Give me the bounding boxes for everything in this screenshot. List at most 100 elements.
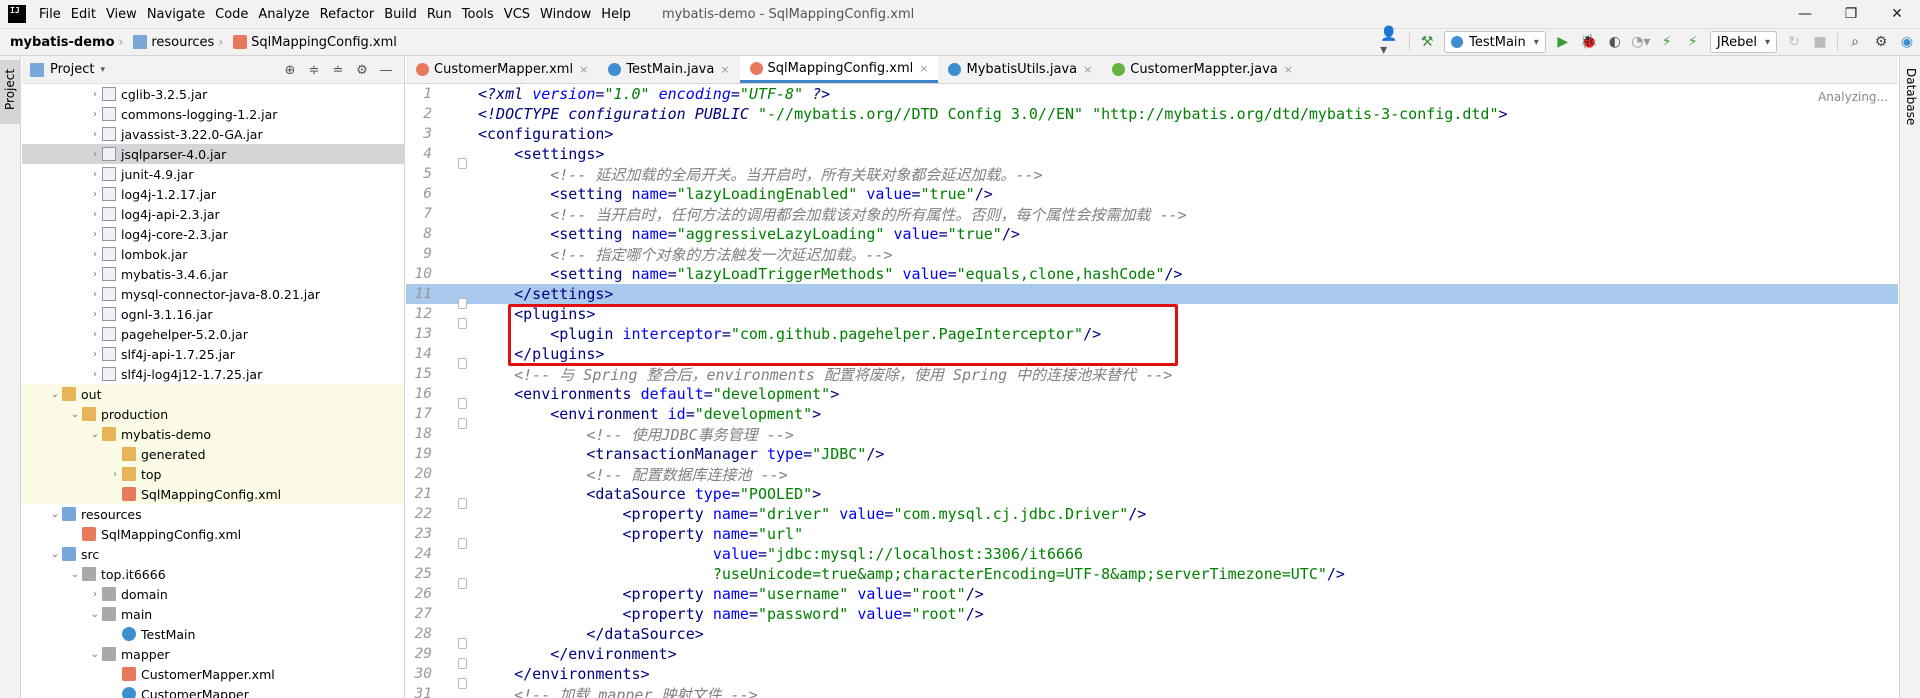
project-tool-button[interactable]: Project [0,60,21,124]
chevron-down-icon[interactable]: ⌄ [68,409,82,420]
tree-item[interactable]: ⌄ src [22,544,404,564]
code-line[interactable]: 10 <setting name="lazyLoadTriggerMethods… [406,264,1898,284]
chevron-right-icon[interactable]: › [108,469,122,480]
code-line[interactable]: 17 <environment id="development"> [406,404,1898,429]
chevron-down-icon[interactable]: ⌄ [48,389,62,400]
chevron-right-icon[interactable]: › [88,349,102,360]
tree-item[interactable]: › ognl-3.1.16.jar [22,304,404,324]
tree-item[interactable]: › junit-4.9.jar [22,164,404,184]
chevron-down-icon[interactable]: ⌄ [48,549,62,560]
tree-item[interactable]: › javassist-3.22.0-GA.jar [22,124,404,144]
menu-tools[interactable]: Tools [457,7,499,22]
tree-item[interactable]: › pagehelper-5.2.0.jar [22,324,404,344]
jrebel-debug-icon[interactable]: ⚡ [1681,30,1705,54]
chevron-right-icon[interactable]: › [88,89,102,100]
menu-help[interactable]: Help [596,7,636,22]
jrebel-run-icon[interactable]: ⚡ [1655,30,1679,54]
chevron-right-icon[interactable]: › [88,149,102,160]
code-line[interactable]: 28 </dataSource> [406,624,1898,649]
code-line[interactable]: 16 <environments default="development"> [406,384,1898,409]
close-tab-icon[interactable]: × [919,62,928,75]
chevron-right-icon[interactable]: › [88,329,102,340]
code-line[interactable]: 18 <!-- 使用JDBC事务管理 --> [406,424,1898,444]
code-line[interactable]: 25 ?useUnicode=true&amp;characterEncodin… [406,564,1898,589]
tree-item[interactable]: › log4j-core-2.3.jar [22,224,404,244]
breadcrumb-folder[interactable]: resources [123,35,218,50]
code-line[interactable]: 5 <!-- 延迟加载的全局开关。当开启时，所有关联对象都会延迟加载。--> [406,164,1898,184]
chevron-right-icon[interactable]: › [88,269,102,280]
build-hammer-icon[interactable]: ⚒ [1415,30,1439,54]
chevron-right-icon[interactable]: › [88,129,102,140]
tree-item[interactable]: › slf4j-log4j12-1.7.25.jar [22,364,404,384]
chevron-right-icon[interactable]: › [88,189,102,200]
editor-tab[interactable]: SqlMappingConfig.xml × [739,56,939,83]
menu-refactor[interactable]: Refactor [315,7,380,22]
close-icon[interactable]: ✕ [1874,0,1920,28]
menu-run[interactable]: Run [422,7,457,22]
tree-item[interactable]: › log4j-api-2.3.jar [22,204,404,224]
breadcrumb-file[interactable]: SqlMappingConfig.xml [223,35,401,50]
tree-item[interactable]: › jsqlparser-4.0.jar [22,144,404,164]
code-line[interactable]: 24 value="jdbc:mysql://localhost:3306/it… [406,544,1898,564]
tree-item[interactable]: ⌄ out [22,384,404,404]
tree-item[interactable]: › top [22,464,404,484]
database-tool-button[interactable]: Database [1903,68,1919,144]
menu-file[interactable]: File [34,7,66,22]
chevron-down-icon[interactable]: ▾ [100,65,105,75]
jrebel-select[interactable]: JRebel ▾ [1709,31,1777,53]
breadcrumb-project[interactable]: mybatis-demo [0,35,119,50]
code-line[interactable]: 23 <property name="url" [406,524,1898,549]
close-tab-icon[interactable]: × [579,63,588,76]
tree-item[interactable]: CustomerMapper [22,684,404,698]
code-line[interactable]: 3 <configuration> [406,124,1898,144]
chevron-down-icon[interactable]: ⌄ [88,609,102,620]
tree-item[interactable]: › mybatis-3.4.6.jar [22,264,404,284]
chevron-right-icon[interactable]: › [88,229,102,240]
code-line[interactable]: 20 <!-- 配置数据库连接池 --> [406,464,1898,484]
tree-item[interactable]: › log4j-1.2.17.jar [22,184,404,204]
restore-icon[interactable]: ❐ [1828,0,1874,28]
code-line[interactable]: 27 <property name="password" value="root… [406,604,1898,624]
ide-features-icon[interactable]: ◉ [1895,30,1919,54]
tree-item[interactable]: › domain [22,584,404,604]
menu-analyze[interactable]: Analyze [253,7,314,22]
tree-item[interactable]: ⌄ mapper [22,644,404,664]
run-icon[interactable]: ▶ [1551,30,1575,54]
code-line[interactable]: 29 </environment> [406,644,1898,669]
tree-item[interactable]: SqlMappingConfig.xml [22,524,404,544]
menu-view[interactable]: View [101,7,142,22]
code-line[interactable]: 14 </plugins> [406,344,1898,369]
minimize-icon[interactable]: — [1782,0,1828,28]
editor-tab[interactable]: CustomerMapper.xml × [406,56,598,83]
code-line[interactable]: 2 <!DOCTYPE configuration PUBLIC "-//myba… [406,104,1898,124]
code-line[interactable]: 6 <setting name="lazyLoadingEnabled" val… [406,184,1898,204]
code-line[interactable]: 15 <!-- 与 Spring 整合后，environments 配置将废除，… [406,364,1898,384]
code-line[interactable]: 1 <?xml version="1.0" encoding="UTF-8" ?> [406,84,1898,104]
gear-icon[interactable]: ⚙ [1869,30,1893,54]
debug-icon[interactable]: 🐞 [1577,30,1601,54]
chevron-down-icon[interactable]: ⌄ [68,569,82,580]
code-line[interactable]: 4 <settings> [406,144,1898,169]
menu-window[interactable]: Window [535,7,596,22]
code-line[interactable]: 7 <!-- 当开启时，任何方法的调用都会加载该对象的所有属性。否则，每个属性会… [406,204,1898,224]
chevron-right-icon[interactable]: › [88,169,102,180]
close-tab-icon[interactable]: × [720,63,729,76]
tree-item[interactable]: CustomerMapper.xml [22,664,404,684]
chevron-right-icon[interactable]: › [88,109,102,120]
code-line[interactable]: 21 <dataSource type="POOLED"> [406,484,1898,509]
menu-code[interactable]: Code [210,7,253,22]
gear-icon[interactable]: ⚙ [350,59,374,81]
expand-all-icon[interactable]: ≑ [302,59,326,81]
close-tab-icon[interactable]: × [1284,63,1293,76]
tree-item[interactable]: ⌄ resources [22,504,404,524]
chevron-right-icon[interactable]: › [88,589,102,600]
tree-item[interactable]: › commons-logging-1.2.jar [22,104,404,124]
chevron-right-icon[interactable]: › [88,209,102,220]
tree-item[interactable]: ⌄ top.it6666 [22,564,404,584]
tree-item[interactable]: › cglib-3.2.5.jar [22,84,404,104]
tree-item[interactable]: TestMain [22,624,404,644]
chevron-right-icon[interactable]: › [88,369,102,380]
chevron-down-icon[interactable]: ⌄ [48,509,62,520]
tree-item[interactable]: SqlMappingConfig.xml [22,484,404,504]
tree-item[interactable]: ⌄ mybatis-demo [22,424,404,444]
